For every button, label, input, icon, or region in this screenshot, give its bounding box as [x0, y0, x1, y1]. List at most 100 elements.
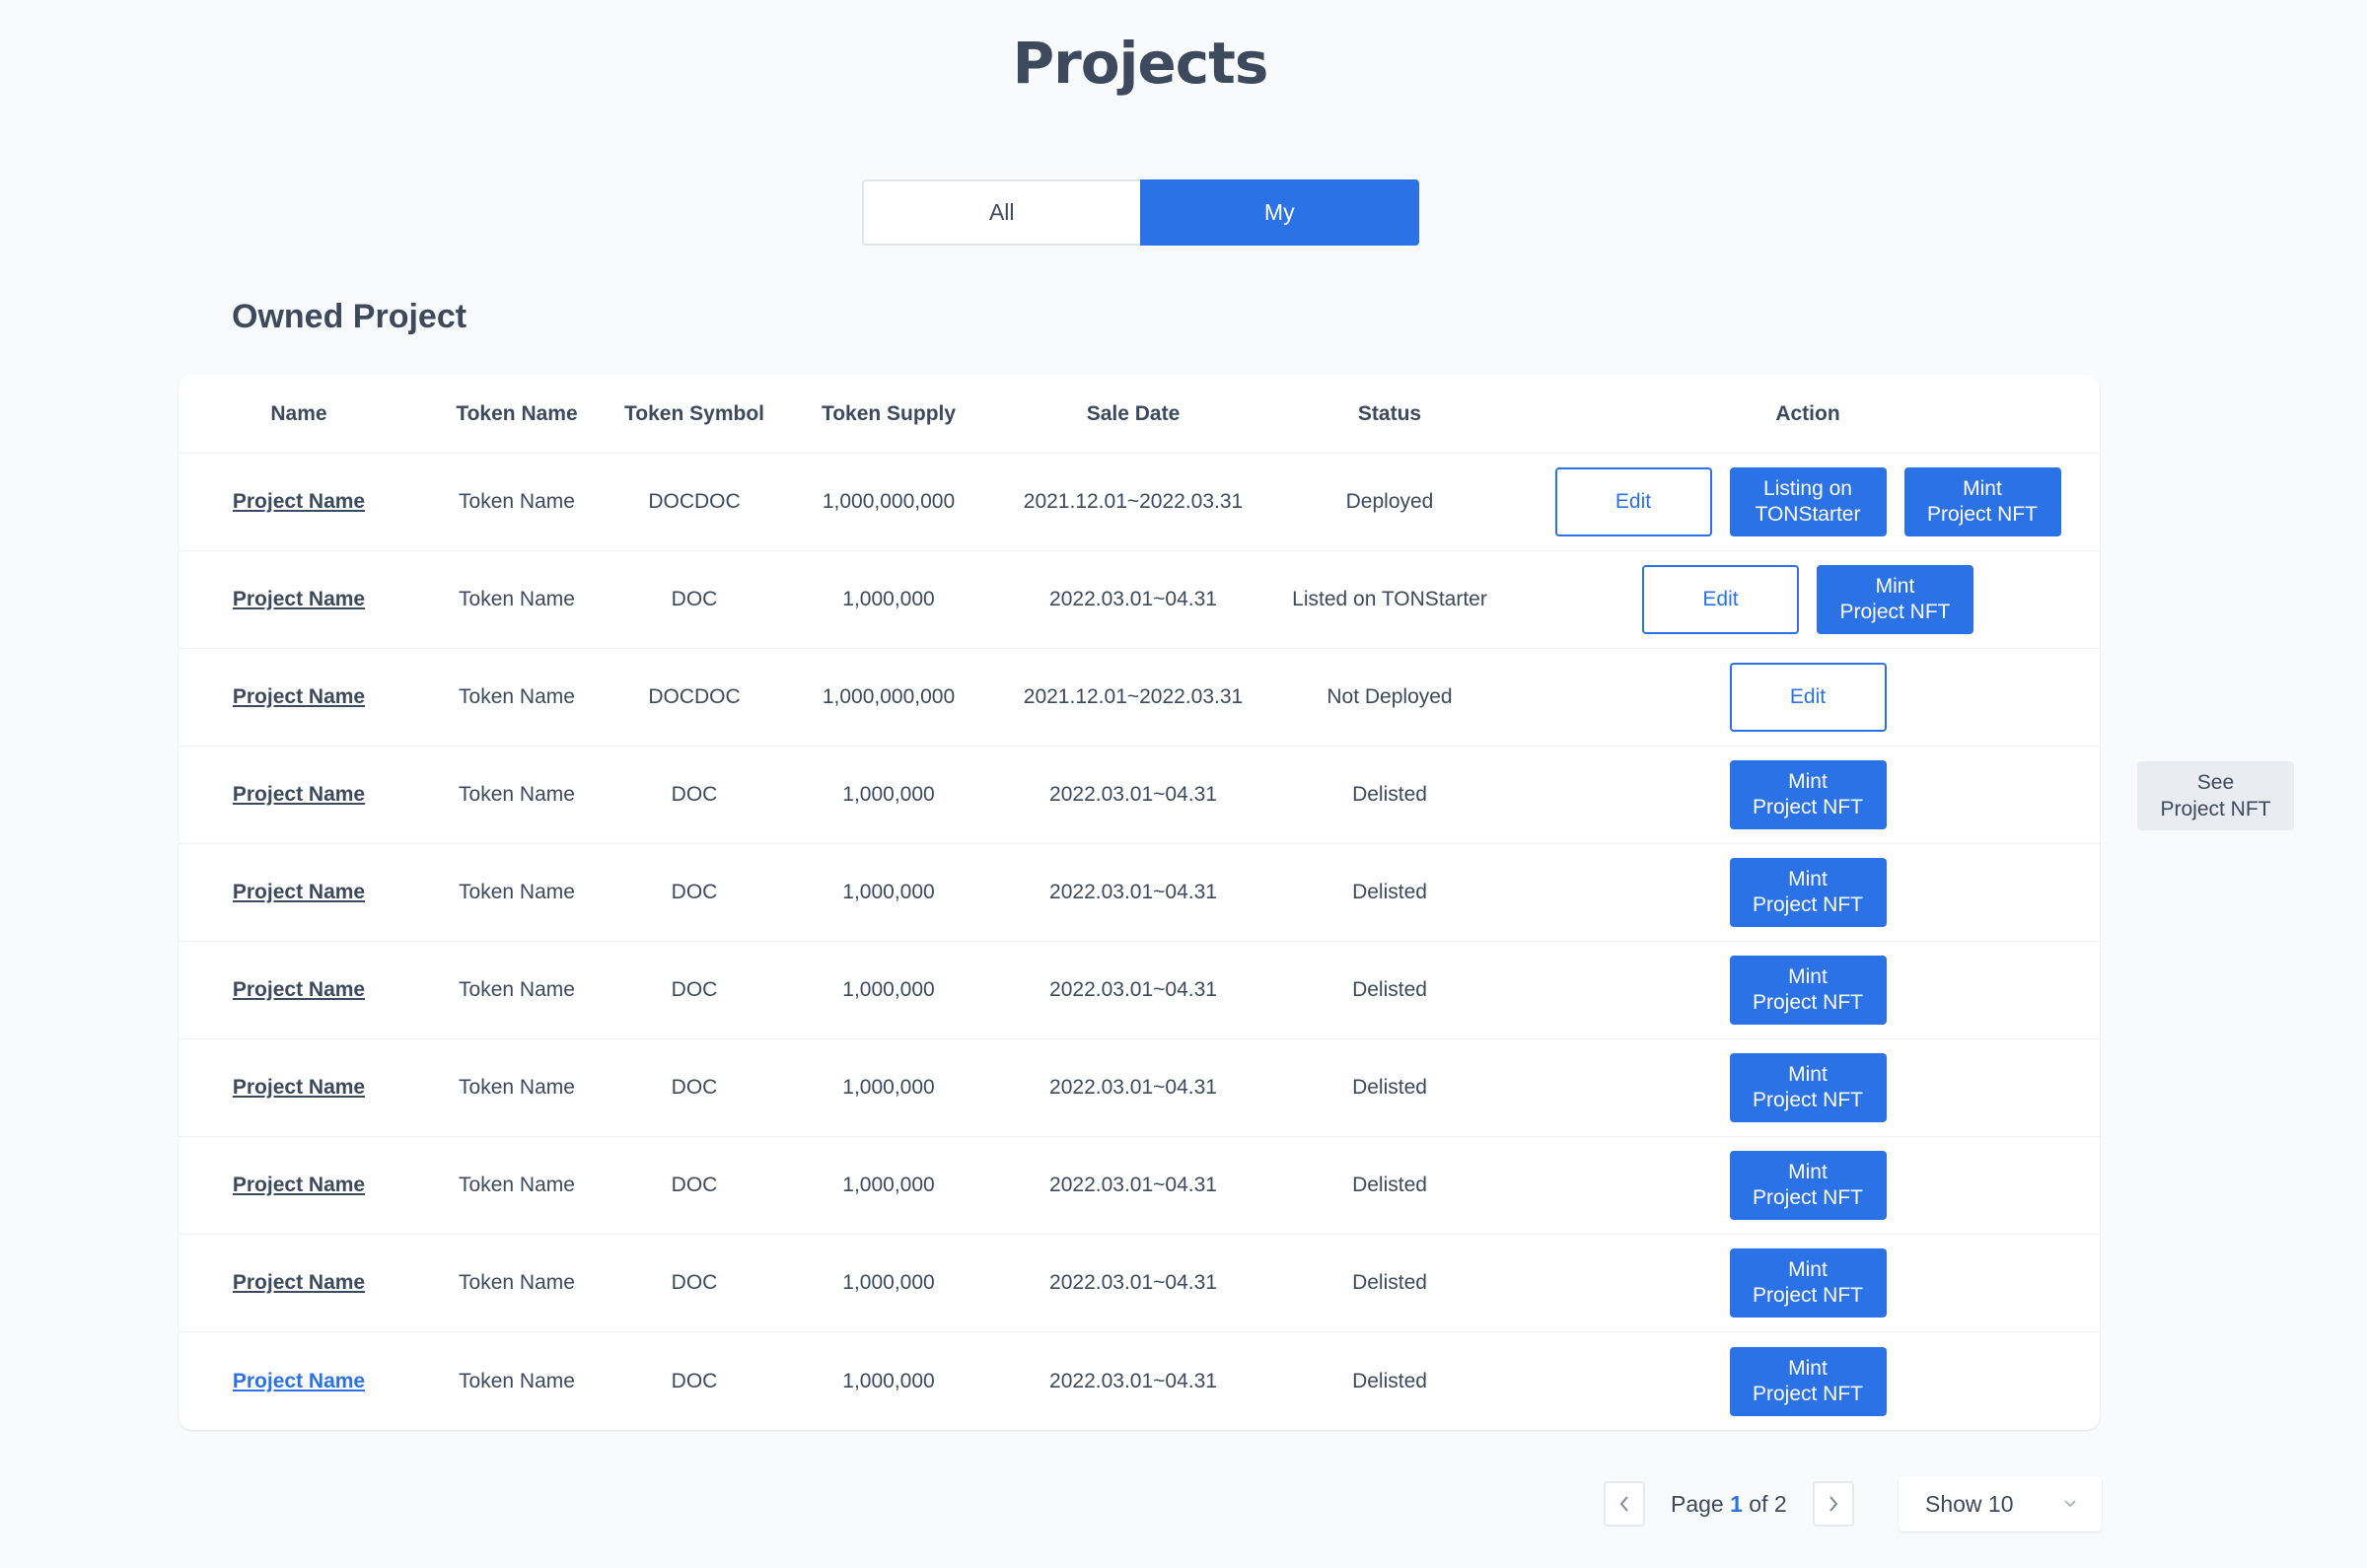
- mint-project-nft-button[interactable]: Mint Project NFT: [1817, 565, 1973, 634]
- action-cell: Edit: [1516, 649, 2100, 746]
- token-symbol-cell: DOC: [671, 783, 718, 806]
- projects-table: Name Token Name Token Symbol Token Suppl…: [179, 375, 2100, 1430]
- page-title: Projects: [1012, 30, 1269, 97]
- mint-project-nft-button-label: Mint Project NFT: [1926, 477, 2038, 526]
- edit-button-label: Edit: [1614, 490, 1652, 513]
- name-cell: Project Name: [179, 942, 419, 1038]
- token-supply-cell: 1,000,000: [842, 783, 935, 806]
- token-symbol-cell: DOC: [671, 1076, 718, 1099]
- sale-date-cell: 2022.03.01~04.31: [1049, 978, 1217, 1001]
- column-header-action: Action: [1775, 401, 1840, 425]
- project-name-link[interactable]: Project Name: [233, 1076, 365, 1100]
- page-total: of 2: [1749, 1490, 1787, 1517]
- page-size-select[interactable]: Show 10: [1899, 1476, 2102, 1532]
- mint-project-nft-button-label: Mint Project NFT: [1752, 1258, 1863, 1307]
- table-row: Project Name Token Name DOC 1,000,000 2022.0…: [179, 1332, 2100, 1430]
- mint-project-nft-button-label: Mint Project NFT: [1752, 1063, 1863, 1111]
- status-cell: Deployed: [1345, 490, 1434, 513]
- name-cell: Project Name: [179, 1332, 419, 1430]
- sale-date-cell: 2022.03.01~04.31: [1049, 1076, 1217, 1099]
- name-cell: Project Name: [179, 747, 419, 843]
- table-row: Project Name Token Name DOC 1,000,000 2022.0…: [179, 1137, 2100, 1235]
- token-name-cell: Token Name: [459, 978, 575, 1001]
- table-row: Project Name Token Name DOC 1,000,000 2022.0…: [179, 551, 2100, 649]
- name-cell: Project Name: [179, 1137, 419, 1234]
- action-cell: Mint Project NFT: [1516, 844, 2100, 941]
- edit-button[interactable]: Edit: [1729, 663, 1887, 732]
- token-symbol-cell: DOC: [671, 1174, 718, 1196]
- table-row: Project Name Token Name DOC 1,000,000 2022.0…: [179, 747, 2100, 844]
- project-name-link[interactable]: Project Name: [233, 1174, 365, 1197]
- mint-project-nft-button[interactable]: Mint Project NFT: [1729, 1151, 1887, 1220]
- token-name-cell: Token Name: [459, 1369, 575, 1392]
- mint-project-nft-button[interactable]: Mint Project NFT: [1729, 1248, 1887, 1318]
- listing-on-tonstarter-button[interactable]: Listing on TONStarter: [1729, 467, 1887, 536]
- token-name-cell: Token Name: [459, 1174, 575, 1196]
- column-header-name: Name: [270, 401, 327, 425]
- token-supply-cell: 1,000,000: [842, 1174, 935, 1196]
- token-name-cell: Token Name: [459, 588, 575, 610]
- mint-project-nft-button[interactable]: Mint Project NFT: [1729, 956, 1887, 1025]
- mint-project-nft-button[interactable]: Mint Project NFT: [1729, 760, 1887, 829]
- edit-button-label: Edit: [1789, 685, 1827, 708]
- sale-date-cell: 2022.03.01~04.31: [1049, 881, 1217, 903]
- project-name-link[interactable]: Project Name: [233, 783, 365, 807]
- mint-project-nft-button-label: Mint Project NFT: [1752, 868, 1863, 916]
- project-name-link[interactable]: Project Name: [233, 1271, 365, 1295]
- project-name-link[interactable]: Project Name: [233, 588, 365, 611]
- mint-project-nft-button[interactable]: Mint Project NFT: [1903, 467, 2061, 536]
- table-row: Project Name Token Name DOC 1,000,000 2022.0…: [179, 1235, 2100, 1332]
- token-symbol-cell: DOCDOC: [648, 685, 741, 708]
- project-name-link[interactable]: Project Name: [233, 1370, 365, 1393]
- tab-my[interactable]: My: [1139, 179, 1419, 246]
- sale-date-cell: 2021.12.01~2022.03.31: [1023, 685, 1244, 708]
- page-indicator: Page 1 of 2: [1671, 1491, 1787, 1518]
- action-cell: Mint Project NFT: [1516, 1039, 2100, 1136]
- mint-project-nft-button-label: Mint Project NFT: [1839, 575, 1951, 623]
- action-cell: Edit Listing on TONStarter Mint Project NF…: [1516, 454, 2100, 550]
- status-cell: Delisted: [1352, 1076, 1427, 1099]
- projects-page: Projects All My Owned Project Name Token…: [0, 0, 2367, 1568]
- action-cell: Mint Project NFT: [1516, 942, 2100, 1038]
- mint-project-nft-button[interactable]: Mint Project NFT: [1729, 1346, 1887, 1416]
- project-name-link[interactable]: Project Name: [233, 490, 365, 514]
- token-supply-cell: 1,000,000: [842, 1369, 935, 1392]
- token-name-cell: Token Name: [459, 490, 575, 513]
- project-name-link[interactable]: Project Name: [233, 881, 365, 904]
- edit-button[interactable]: Edit: [1554, 467, 1712, 536]
- table-row: Project Name Token Name DOCDOC 1,000,000,00…: [179, 454, 2100, 551]
- mint-project-nft-button[interactable]: Mint Project NFT: [1729, 1053, 1887, 1122]
- edit-button[interactable]: Edit: [1642, 565, 1799, 634]
- chevron-right-icon: [1829, 1496, 1837, 1512]
- token-name-cell: Token Name: [459, 783, 575, 806]
- token-supply-cell: 1,000,000,000: [822, 685, 956, 708]
- tab-all[interactable]: All: [862, 179, 1140, 246]
- next-page-button[interactable]: [1812, 1481, 1854, 1527]
- table-row: Project Name Token Name DOCDOC 1,000,000,00…: [179, 649, 2100, 747]
- sale-date-cell: 2021.12.01~2022.03.31: [1023, 490, 1244, 513]
- sale-date-cell: 2022.03.01~04.31: [1049, 1271, 1217, 1294]
- mint-project-nft-button-label: Mint Project NFT: [1752, 1161, 1863, 1209]
- chevron-down-icon: [2064, 1500, 2076, 1508]
- see-project-nft-button[interactable]: See Project NFT: [2137, 761, 2294, 830]
- column-header-token-supply: Token Supply: [821, 401, 957, 425]
- prev-page-button[interactable]: [1604, 1481, 1645, 1527]
- status-cell: Delisted: [1352, 881, 1427, 903]
- project-name-link[interactable]: Project Name: [233, 978, 365, 1002]
- token-supply-cell: 1,000,000: [842, 1076, 935, 1099]
- table-row: Project Name Token Name DOC 1,000,000 2022.0…: [179, 1039, 2100, 1137]
- table-row: Project Name Token Name DOC 1,000,000 2022.0…: [179, 942, 2100, 1039]
- page-size-value: Show 10: [1925, 1490, 2014, 1517]
- current-page: 1: [1730, 1490, 1743, 1517]
- token-supply-cell: 1,000,000: [842, 588, 935, 610]
- sale-date-cell: 2022.03.01~04.31: [1049, 1369, 1217, 1392]
- action-cell: Mint Project NFT: [1516, 1137, 2100, 1234]
- token-name-cell: Token Name: [459, 881, 575, 903]
- table-row: Project Name Token Name DOC 1,000,000 2022.0…: [179, 844, 2100, 942]
- action-cell: Edit Mint Project NFT: [1516, 551, 2100, 648]
- mint-project-nft-button[interactable]: Mint Project NFT: [1729, 858, 1887, 927]
- name-cell: Project Name: [179, 649, 419, 746]
- token-name-cell: Token Name: [459, 1271, 575, 1294]
- token-supply-cell: 1,000,000: [842, 978, 935, 1001]
- project-name-link[interactable]: Project Name: [233, 685, 365, 709]
